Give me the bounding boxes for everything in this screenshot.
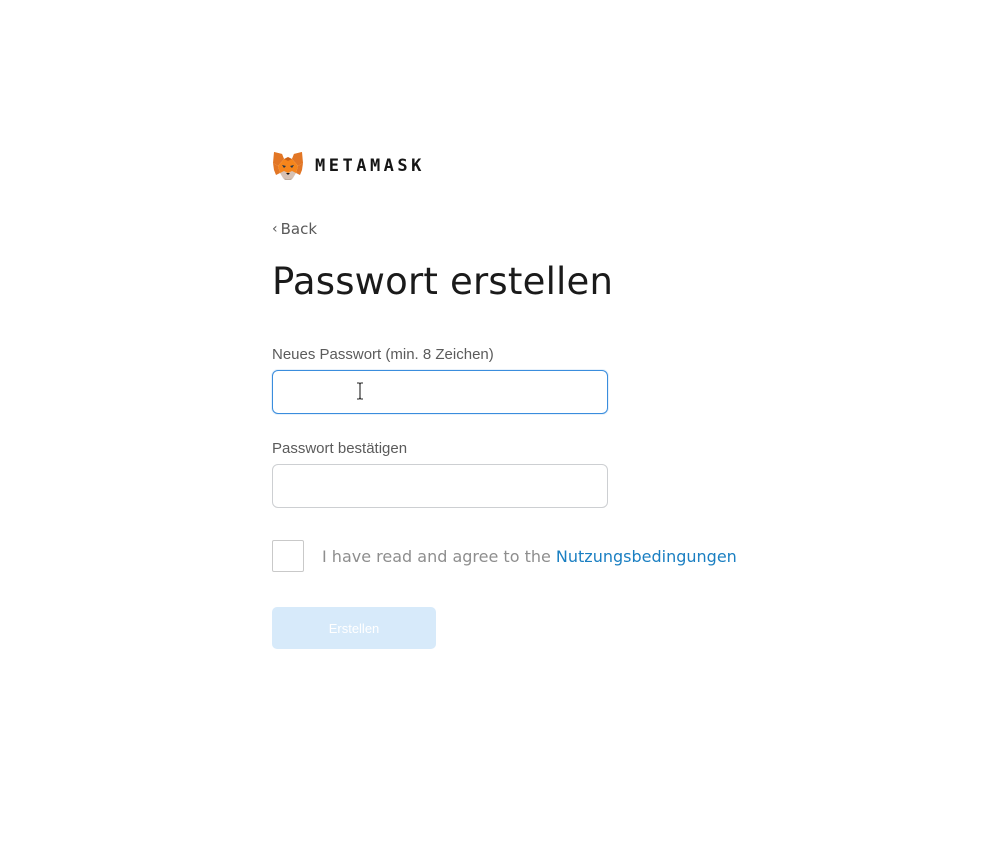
terms-link[interactable]: Nutzungsbedingungen: [556, 547, 737, 566]
new-password-field[interactable]: [272, 370, 608, 414]
confirm-password-label: Passwort bestätigen: [272, 440, 408, 457]
text-cursor-icon: [357, 382, 363, 400]
metamask-fox-icon: [273, 152, 303, 180]
confirm-password-field[interactable]: [272, 464, 608, 508]
back-link[interactable]: ‹ Back: [272, 220, 317, 238]
terms-agreement-text: I have read and agree to the Nutzungsbed…: [322, 547, 737, 566]
back-label: Back: [280, 220, 318, 238]
brand-header: METAMASK: [272, 150, 792, 182]
terms-agreement-label: I have read and agree to the: [322, 546, 551, 566]
terms-agreement-row: I have read and agree to the Nutzungsbed…: [272, 540, 737, 572]
new-password-wrapper: [272, 370, 608, 414]
brand-wordmark: METAMASK: [315, 156, 425, 176]
page-title: Passwort erstellen: [272, 260, 614, 303]
chevron-left-icon: ‹: [272, 221, 278, 237]
new-password-label: Neues Passwort (min. 8 Zeichen): [272, 346, 494, 363]
create-button[interactable]: Erstellen: [272, 607, 436, 649]
terms-checkbox[interactable]: [272, 540, 304, 572]
create-password-page: METAMASK ‹ Back Passwort erstellen Neues…: [272, 150, 792, 649]
